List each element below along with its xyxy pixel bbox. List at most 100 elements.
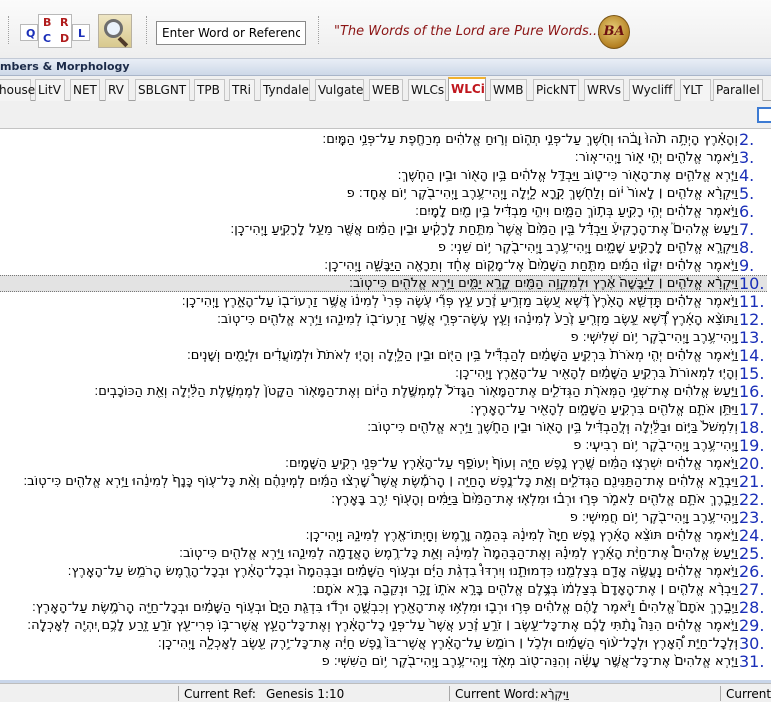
tab-sblgnt[interactable]: SBLGNT (135, 79, 190, 101)
verse-row[interactable]: וַֽיְהִי־עֶ֥רֶב וַֽיְהִי־בֹ֖קֶר י֥וֹם חֲ… (0, 509, 771, 527)
verse-number: 10. (739, 274, 765, 293)
verse-row[interactable]: וַיִּקְרָ֨א אֱלֹהִ֤ים ׀ לָאוֹר֙ י֔וֹם וְ… (0, 185, 771, 203)
current-ref-label: Current Ref: (184, 687, 256, 701)
verse-text: וַיִּקְרָ֨א אֱלֹהִ֤ים ׀ לָאוֹר֙ י֔וֹם וְ… (346, 186, 738, 201)
verse-row[interactable]: וַיֹּ֥אמֶר אֱלֹהִ֖ים יְהִ֣י א֑וֹר וַֽיְה… (0, 149, 771, 167)
verse-number: 8. (739, 238, 755, 257)
verse-number: 5. (739, 184, 755, 203)
verse-row[interactable]: וַיַּ֧רְא אֱלֹהִ֛ים אֶת־הָא֖וֹר כִּי־ט֑ו… (0, 167, 771, 185)
tab-picknt[interactable]: PickNT (533, 79, 579, 101)
tab-web[interactable]: WEB (369, 79, 403, 101)
verse-text: וַיֹּ֣אמֶר אֱלֹהִ֗ים יִקָּו֨וּ הַמַּ֜יִם… (324, 258, 738, 273)
verse-row[interactable]: וְלִמְשֹׁל֙ בַּיּ֣וֹם וּבַלַּ֔יְלָה וּֽל… (0, 419, 771, 437)
tab-vulgate[interactable]: Vulgate (315, 79, 364, 101)
verse-row[interactable]: וַיֹּ֣אמֶר אֱלֹהִ֗ים הִנֵּה֩ נָתַ֨תִּי ל… (0, 617, 771, 635)
verse-number: 14. (739, 346, 765, 365)
verse-text: וַיֹּ֣אמֶר אֱלֹהִ֔ים יְהִ֥י רָקִ֖יעַ בְּ… (415, 204, 738, 219)
panel-toggle-icon[interactable] (757, 107, 771, 123)
verse-row[interactable]: וַיֹּ֣אמֶר אֱלֹהִ֗ים יִקָּו֨וּ הַמַּ֜יִם… (0, 257, 771, 275)
verse-row[interactable]: וַיִּתֵּ֥ן אֹתָ֛ם אֱלֹהִ֖ים בִּרְקִ֣יעַ … (0, 401, 771, 419)
verse-row[interactable]: וַיֹּ֣אמֶר אֱלֹהִ֗ים תַּֽדְשֵׁ֤א הָאָ֙רֶ… (0, 293, 771, 311)
mode-letter-l: L (78, 27, 86, 40)
verse-row[interactable]: וּֽלְכָל־חַיַּ֣ת הָ֠אָרֶץ וּלְכָל־ע֨וֹף … (0, 635, 771, 653)
verse-text: וַֽיְהִי־עֶ֥רֶב וַֽיְהִי־בֹ֖קֶר י֥וֹם שְ… (570, 330, 739, 345)
verse-text: וַֽיְהִי־עֶ֥רֶב וַֽיְהִי־בֹ֖קֶר י֥וֹם חֲ… (569, 510, 738, 525)
tab-wycliff[interactable]: Wycliff (629, 79, 675, 101)
verse-text: וַיְבָ֣רֶךְ אֹתָם֮ אֱלֹהִים֒ וַיֹּ֨אמֶר … (31, 600, 738, 615)
panel-title: mbers & Morphology (0, 60, 130, 73)
verse-row[interactable]: וְהָאָ֗רֶץ הָיְתָ֥ה תֹ֙הוּ֙ וָבֹ֔הוּ וְח… (0, 131, 771, 149)
verse-number: 3. (739, 148, 755, 167)
tab-wrvs[interactable]: WRVs (584, 79, 624, 101)
verse-text: וַתּוֹצֵ֨א הָאָ֜רֶץ דֶּ֠שֶׁא עֵ֣שֶׂב מַז… (217, 312, 738, 327)
tab-rv[interactable]: RV (105, 79, 129, 101)
verse-number: 31. (739, 652, 765, 671)
verse-number: 19. (739, 436, 765, 455)
verse-number: 7. (739, 220, 755, 239)
toolbar-grip[interactable] (146, 16, 148, 44)
toolbar-grip[interactable] (318, 16, 320, 44)
verse-text: וַיִּתֵּ֥ן אֹתָ֛ם אֱלֹהִ֖ים בִּרְקִ֣יעַ … (470, 402, 738, 417)
verse-row[interactable]: וַיִּקְרָ֧א אֱלֹהִ֛ים לָֽרָקִ֖יעַ שָׁמָ֑… (0, 239, 771, 257)
verse-row[interactable]: וַיִּבְרָ֣א אֱלֹהִ֔ים אֶת־הַתַּנִּינִ֖ם … (0, 473, 771, 491)
tab-wlcs[interactable]: WLCs (408, 79, 446, 101)
verse-row[interactable]: וַיֹּ֣אמֶר אֱלֹהִ֔ים יְהִ֥י רָקִ֖יעַ בְּ… (0, 203, 771, 221)
verse-panel[interactable]: וְהָאָ֗רֶץ הָיְתָ֥ה תֹ֙הוּ֙ וָבֹ֔הוּ וְח… (0, 129, 771, 680)
verse-row[interactable]: וַיֹּ֣אמֶר אֱלֹהִ֗ים יְהִ֤י מְאֹרֹת֙ בִּ… (0, 347, 771, 365)
verse-row[interactable]: וַיֹּ֣אמֶר אֱלֹהִ֔ים נַֽעֲשֶׂ֥ה אָדָ֛ם ב… (0, 563, 771, 581)
verse-row[interactable]: וַתּוֹצֵ֨א הָאָ֜רֶץ דֶּ֠שֶׁא עֵ֣שֶׂב מַז… (0, 311, 771, 329)
verse-number: 20. (739, 454, 765, 473)
current-word-value: וַיִּקְרָ֨א (540, 687, 569, 701)
verse-row-selected[interactable]: וַיִּקְרָ֨א אֱלֹהִ֤ים ׀ לַיַּבָּשָׁה֙ אֶ… (0, 275, 771, 293)
search-magnifier-button[interactable] (98, 14, 132, 48)
verse-row[interactable]: וַיַּ֤רְא אֱלֹהִים֙ אֶת־כָּל־אֲשֶׁ֣ר עָש… (0, 653, 771, 671)
verse-text: וַיֹּ֣אמֶר אֱלֹהִ֔ים יִשְׁרְצ֣וּ הַמַּ֔י… (285, 456, 738, 471)
display-mode-button[interactable]: Q B R C D L (20, 14, 90, 48)
verse-number: 30. (739, 634, 765, 653)
verse-row[interactable]: וַֽיְהִי־עֶ֥רֶב וַֽיְהִי־בֹ֖קֶר י֥וֹם רְ… (0, 437, 771, 455)
verse-number: 28. (739, 598, 765, 617)
verse-row[interactable]: וַיַּ֣עַשׂ אֱלֹהִים֩ אֶת־חַיַּ֨ת הָאָ֜רֶ… (0, 545, 771, 563)
tab-wmb[interactable]: WMB (490, 79, 527, 101)
tab-ylt[interactable]: YLT (680, 79, 711, 101)
verse-row[interactable]: וַיִּבְרָ֨א אֱלֹהִ֤ים ׀ אֶת־הָֽאָדָם֙ בְ… (0, 581, 771, 599)
reference-search-input[interactable] (156, 21, 306, 45)
verse-number: 27. (739, 580, 765, 599)
verse-number: 4. (739, 166, 755, 185)
tab-tpb[interactable]: TPB (194, 79, 225, 101)
verse-text: וַיַּ֣עַשׂ אֱלֹהִ֔ים אֶת־שְׁנֵ֥י הַמְּאֹ… (94, 384, 738, 399)
verse-text: וַיַּ֣עַשׂ אֱלֹהִים֮ אֶת־הָרָקִיעַ֒ וַיַ… (230, 222, 738, 237)
verse-row[interactable]: וַיֹּ֣אמֶר אֱלֹהִ֗ים תּוֹצֵ֨א הָאָ֜רֶץ נ… (0, 527, 771, 545)
verse-text: וְלִמְשֹׁל֙ בַּיּ֣וֹם וּבַלַּ֔יְלָה וּֽל… (367, 420, 738, 435)
tab-wlci[interactable]: WLCi (448, 77, 486, 102)
verse-text: וַיֹּ֣אמֶר אֱלֹהִ֗ים תַּֽדְשֵׁ֤א הָאָ֙רֶ… (181, 294, 738, 309)
current-word-label: Current Word: (455, 687, 539, 701)
panel-title-bar: mbers & Morphology (0, 58, 771, 76)
verse-number: 6. (739, 202, 755, 221)
verse-row[interactable]: וַיַּ֣עַשׂ אֱלֹהִים֮ אֶת־הָרָקִיעַ֒ וַיַ… (0, 221, 771, 239)
toolbar: Q B R C D L "The Words of the Lord are P… (0, 0, 771, 58)
verse-row[interactable]: וַיְבָ֣רֶךְ אֹתָם֮ אֱלֹהִים֒ וַיֹּ֨אמֶר … (0, 599, 771, 617)
tab-tri[interactable]: TRi (229, 79, 255, 101)
verse-row[interactable]: וַיֹּ֣אמֶר אֱלֹהִ֔ים יִשְׁרְצ֣וּ הַמַּ֔י… (0, 455, 771, 473)
tab-net[interactable]: NET (70, 79, 100, 101)
verse-text: וַיַּ֧רְא אֱלֹהִ֛ים אֶת־הָא֖וֹר כִּי־ט֑ו… (397, 168, 738, 183)
verse-row[interactable]: וַיְבָ֧רֶךְ אֹתָ֛ם אֱלֹהִ֖ים לֵאמֹ֑ר פְּ… (0, 491, 771, 509)
verse-row[interactable]: וַֽיְהִי־עֶ֥רֶב וַֽיְהִי־בֹ֖קֶר י֥וֹם שְ… (0, 329, 771, 347)
tab-parallel[interactable]: Parallel (713, 79, 763, 101)
secondary-toolbar (0, 101, 771, 129)
ba-logo-button[interactable]: BA (598, 15, 630, 49)
verse-number: 9. (739, 256, 755, 275)
verse-text: וַיִּבְרָ֨א אֱלֹהִ֤ים ׀ אֶת־הָֽאָדָם֙ בְ… (312, 582, 738, 597)
verse-row[interactable]: וַיַּ֣עַשׂ אֱלֹהִ֔ים אֶת־שְׁנֵ֥י הַמְּאֹ… (0, 383, 771, 401)
verse-number: 25. (739, 544, 765, 563)
toolbar-grip[interactable] (8, 16, 10, 44)
verse-text: וַיִּקְרָ֧א אֱלֹהִ֛ים לָֽרָקִ֖יעַ שָׁמָ֑… (437, 240, 738, 255)
verse-text: וְהָי֤וּ לִמְאוֹרֹת֙ בִּרְקִ֣יעַ הַשָּׁמ… (455, 366, 738, 381)
tab-tyndale[interactable]: Tyndale (260, 79, 310, 101)
tab-house[interactable]: house (0, 79, 35, 101)
current-ref-value: Genesis 1:10 (266, 687, 345, 701)
verse-number: 13. (739, 328, 765, 347)
verse-row[interactable]: וְהָי֤וּ לִמְאוֹרֹת֙ בִּרְקִ֣יעַ הַשָּׁמ… (0, 365, 771, 383)
tab-litv[interactable]: LitV (35, 79, 65, 101)
